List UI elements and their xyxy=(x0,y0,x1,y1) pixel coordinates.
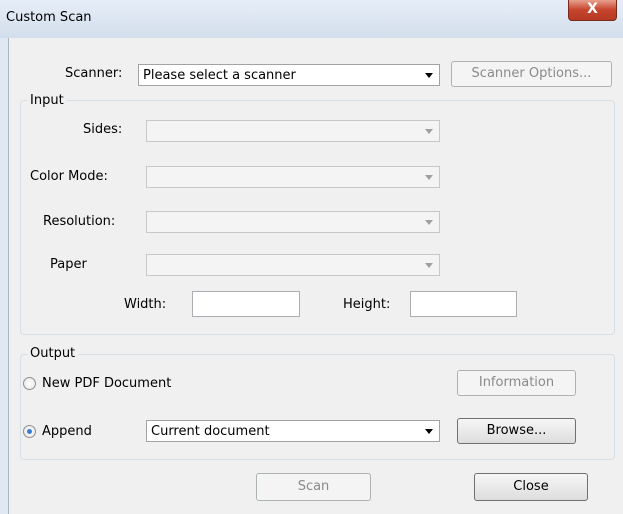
paper-label: Paper xyxy=(50,257,87,272)
scan-button[interactable]: Scan xyxy=(256,473,371,501)
append-radio[interactable] xyxy=(23,425,36,438)
scanner-select[interactable]: Please select a scanner xyxy=(138,64,440,86)
close-icon: X xyxy=(587,1,598,17)
sides-label: Sides: xyxy=(83,122,123,137)
output-group-legend: Output xyxy=(27,346,79,361)
append-target-value: Current document xyxy=(151,424,270,439)
chevron-down-icon xyxy=(425,220,433,225)
scanner-select-value: Please select a scanner xyxy=(143,68,296,83)
new-pdf-radio[interactable] xyxy=(23,377,36,390)
width-label: Width: xyxy=(124,297,167,312)
width-field[interactable] xyxy=(192,291,300,317)
close-button[interactable]: Close xyxy=(474,473,588,501)
color-mode-label: Color Mode: xyxy=(30,169,108,184)
resolution-label: Resolution: xyxy=(43,214,116,229)
color-mode-select[interactable] xyxy=(146,166,440,188)
information-button[interactable]: Information xyxy=(457,370,576,396)
window-title: Custom Scan xyxy=(6,10,92,25)
append-label: Append xyxy=(42,424,92,439)
height-label: Height: xyxy=(343,297,391,312)
chevron-down-icon xyxy=(425,73,433,78)
scanner-options-button[interactable]: Scanner Options... xyxy=(451,61,612,87)
window-close-button[interactable]: X xyxy=(568,0,617,21)
height-field[interactable] xyxy=(410,291,517,317)
sides-select[interactable] xyxy=(146,120,440,142)
resolution-select[interactable] xyxy=(146,211,440,233)
append-target-select[interactable]: Current document xyxy=(146,420,440,442)
title-bar: Custom Scan X xyxy=(0,0,623,38)
chevron-down-icon xyxy=(425,129,433,134)
browse-button[interactable]: Browse... xyxy=(457,418,576,444)
input-group-legend: Input xyxy=(27,93,67,108)
chevron-down-icon xyxy=(425,263,433,268)
dialog-body: Scanner: Please select a scanner Scanner… xyxy=(8,38,623,514)
new-pdf-label: New PDF Document xyxy=(42,376,172,391)
paper-select[interactable] xyxy=(146,254,440,276)
scanner-label: Scanner: xyxy=(65,66,123,81)
chevron-down-icon xyxy=(425,175,433,180)
chevron-down-icon xyxy=(425,429,433,434)
